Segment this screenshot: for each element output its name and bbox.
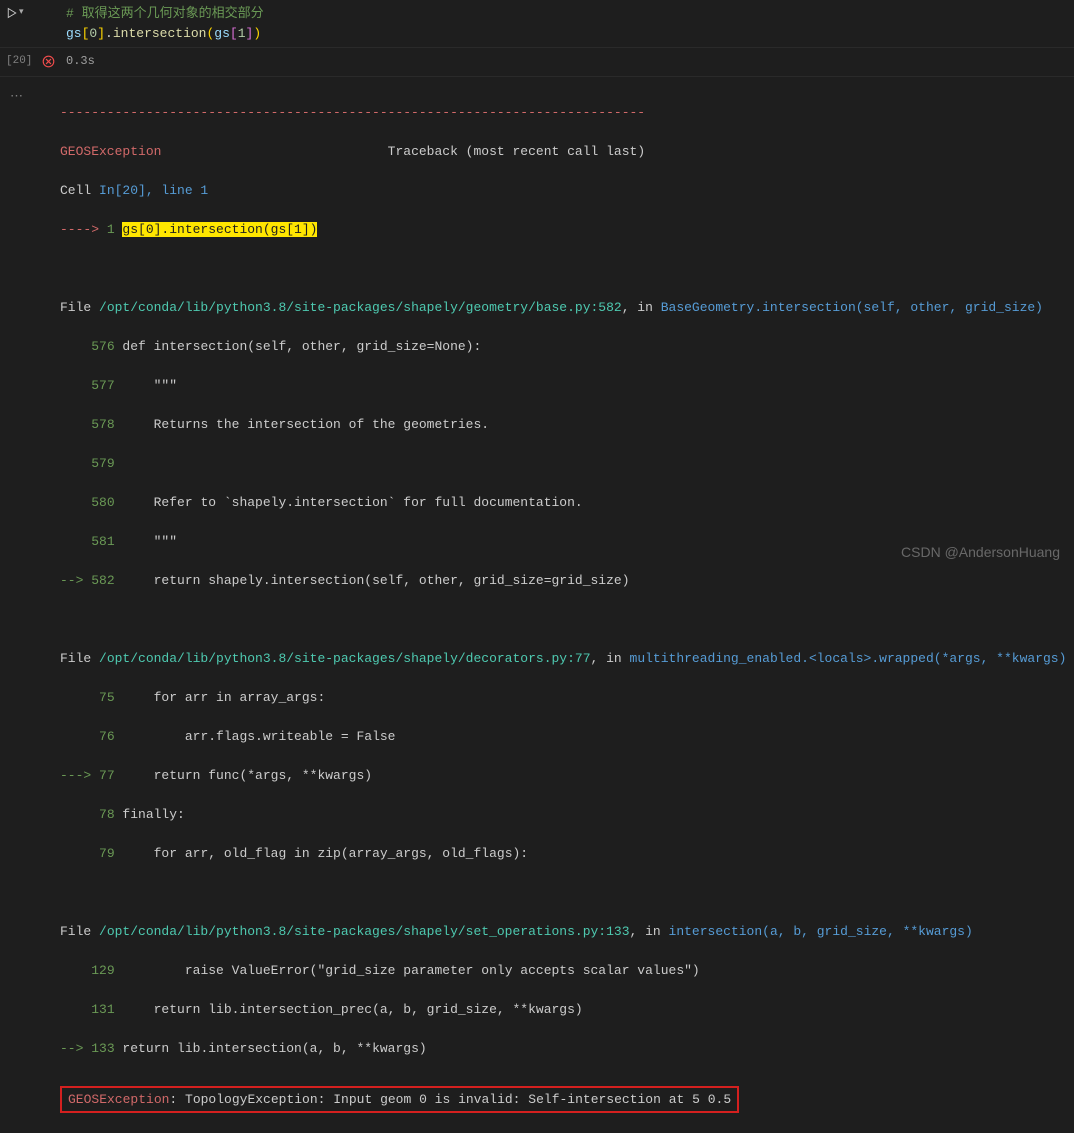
cell-output: ⋯ --------------------------------------… bbox=[0, 77, 1074, 1133]
error-icon bbox=[36, 55, 60, 68]
code-line: gs[0].intersection(gs[1]) bbox=[66, 24, 1074, 44]
execution-status-row: [20] 0.3s bbox=[0, 48, 1074, 77]
code-comment: # 取得这两个几何对象的相交部分 bbox=[66, 4, 1074, 24]
code-cell: ▾ # 取得这两个几何对象的相交部分 gs[0].intersection(gs… bbox=[0, 0, 1074, 48]
watermark: CSDN @AndersonHuang bbox=[901, 542, 1060, 563]
execution-time: 0.3s bbox=[60, 52, 95, 70]
code-editor[interactable]: # 取得这两个几何对象的相交部分 gs[0].intersection(gs[1… bbox=[60, 4, 1074, 43]
output-options-button[interactable]: ⋯ bbox=[0, 83, 30, 1133]
final-error-highlight: GEOSException: TopologyException: Input … bbox=[60, 1086, 739, 1114]
execution-count: [20] bbox=[6, 53, 36, 70]
play-icon bbox=[6, 7, 18, 19]
traceback-output[interactable]: ----------------------------------------… bbox=[30, 83, 1074, 1133]
run-cell-button[interactable]: ▾ bbox=[6, 4, 36, 20]
ellipsis-icon: ⋯ bbox=[10, 87, 23, 1133]
